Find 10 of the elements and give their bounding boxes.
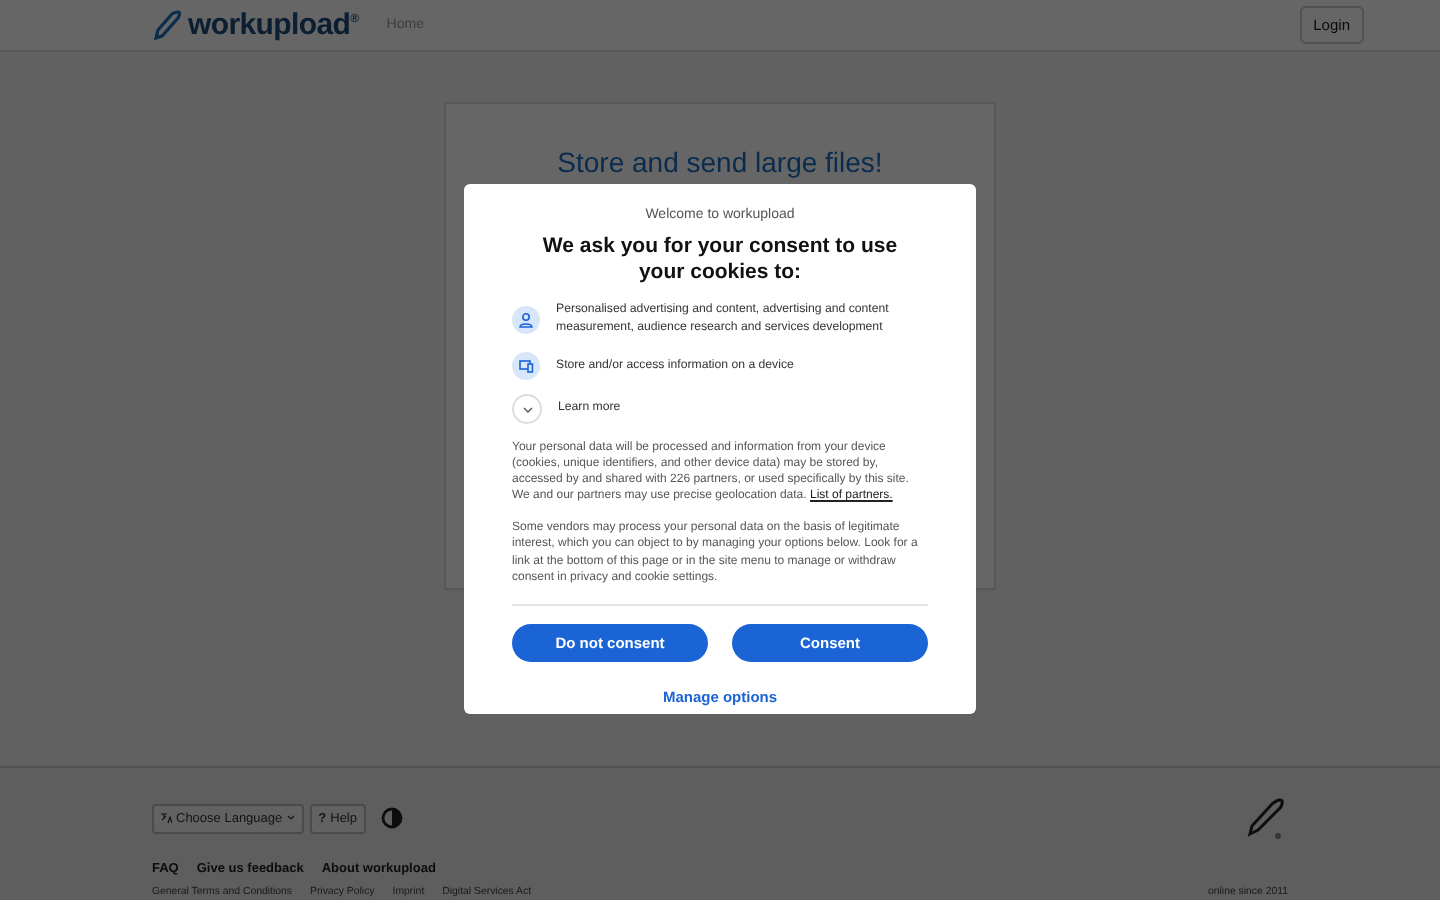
card-title: Store and send large files! <box>557 146 883 178</box>
chevron-icon <box>521 405 533 413</box>
theme-toggle-icon[interactable] <box>379 806 403 830</box>
expand-button[interactable] <box>512 394 542 424</box>
translate-icon <box>160 812 172 824</box>
person-icon <box>512 305 540 333</box>
logo-text[interactable]: workupload$^{®}$ <box>188 8 359 42</box>
caret-icon <box>286 814 297 822</box>
dialog-heading: We ask you for your consent to use your cookies to: <box>540 234 900 286</box>
devices-icon <box>512 352 540 380</box>
